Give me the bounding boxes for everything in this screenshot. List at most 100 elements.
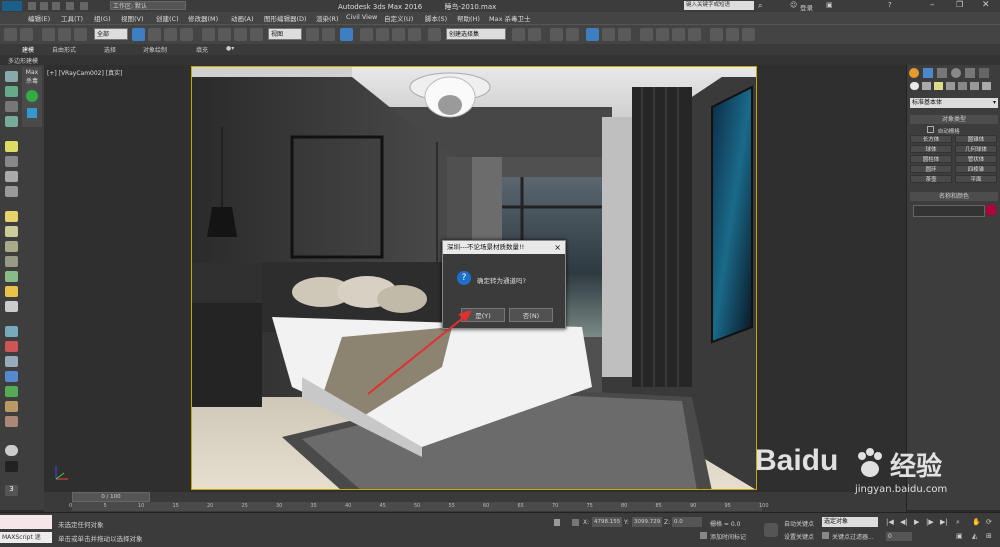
box-button[interactable]: 长方体 [910,135,952,143]
z-coordinate-field[interactable]: 0.0 [672,517,702,527]
object-type-header[interactable]: 对象类型 [910,115,998,124]
snaps-toggle-icon[interactable] [360,28,373,41]
render-online-icon[interactable] [726,28,739,41]
goto-end-icon[interactable]: ▶| [940,518,948,526]
layers-icon[interactable] [5,86,18,97]
cone-icon[interactable] [5,241,18,252]
menu-civil-view[interactable]: Civil View [346,13,377,21]
user-icon[interactable]: ☺ [790,1,797,9]
maximize-viewport-icon[interactable]: ⊞ [986,532,992,540]
ribbon-options-icon[interactable]: ●▾ [226,45,234,52]
utilities-tab-icon[interactable] [979,68,989,78]
ribbon-tab-populate[interactable]: 填充 [196,45,208,54]
render-setup-icon[interactable] [640,28,653,41]
ribbon-tab-freeform[interactable]: 自由形式 [52,45,76,54]
helpers-icon[interactable] [958,82,967,90]
qat-save-icon[interactable] [52,2,60,10]
set-key-icon[interactable] [764,523,778,537]
dialog-title-bar[interactable]: 深圳---不论场景材质数量!! × [443,241,565,254]
sphere-icon[interactable] [5,445,18,456]
link-icon[interactable] [42,28,55,41]
edit-named-sets-icon[interactable] [428,28,441,41]
menu-views[interactable]: 视图(V) [121,13,144,23]
menu-edit[interactable]: 编辑(E) [28,13,50,23]
bind-space-warp-icon[interactable] [74,28,87,41]
angle-snap-icon[interactable] [376,28,389,41]
move-icon[interactable] [202,28,215,41]
search-icon[interactable]: ⌕ [758,1,762,11]
prev-frame-icon[interactable]: ◀| [900,518,908,526]
key-mode-dropdown[interactable]: 选定对象 [822,517,878,527]
add-time-tag-icon[interactable] [700,532,707,539]
scene-explorer-icon[interactable] [5,116,18,127]
dome-icon[interactable] [5,226,18,237]
category-dropdown[interactable]: 标准基本体 ▾ [910,98,998,108]
redo-icon[interactable] [20,28,33,41]
teapot-icon[interactable] [5,171,18,182]
workspace-dropdown[interactable]: 工作区: 默认 [110,1,186,10]
viewport-label[interactable]: [+] [VRayCam002] [真实] [47,68,122,77]
grid-tool-icon[interactable] [5,326,18,337]
undo-icon[interactable] [4,28,17,41]
plane-button[interactable]: 平面 [955,175,997,183]
geosphere-button[interactable]: 几何球体 [955,145,997,153]
lamp-icon[interactable] [5,301,18,312]
close-icon[interactable]: ✕ [982,0,990,10]
selection-filter-dropdown[interactable]: 全部 [94,28,128,40]
modify-tab-icon[interactable] [923,68,933,78]
hierarchy-tab-icon[interactable] [937,68,947,78]
named-selection-dropdown[interactable]: 创建选择集 [446,28,506,40]
qat-new-icon[interactable] [28,2,36,10]
add-time-tag[interactable]: 添加时间标记 [710,532,746,541]
layer-explorer-icon[interactable] [550,28,563,41]
maximize-icon[interactable]: ❐ [956,0,963,9]
max-antivirus-panel[interactable]: Max 杀毒 [22,67,42,127]
dialog-close-icon[interactable]: × [554,241,561,254]
align-icon[interactable] [528,28,541,41]
render-teapot-icon[interactable] [710,28,723,41]
motion-tab-icon[interactable] [951,68,961,78]
torus-icon[interactable] [5,256,18,267]
curve-editor-icon[interactable] [586,28,599,41]
percent-snap-icon[interactable] [392,28,405,41]
spinner-snap-icon[interactable] [408,28,421,41]
auto-key-button[interactable]: 自动关键点 [784,519,814,528]
mirror-icon[interactable] [512,28,525,41]
globe-icon[interactable] [5,371,18,382]
pyramid-button[interactable]: 四棱锥 [955,165,997,173]
toggle-ribbon-icon[interactable] [566,28,579,41]
render-iterative-icon[interactable] [688,28,701,41]
fur-icon[interactable] [5,416,18,427]
antivirus-shield-icon[interactable] [27,108,37,118]
antivirus-green-icon[interactable] [26,90,38,102]
menu-help[interactable]: 帮助(H) [457,13,480,23]
window-crossing-icon[interactable] [180,28,193,41]
ribbon-tab-selection[interactable]: 选择 [104,45,116,54]
plant-icon[interactable] [5,271,18,282]
tree-icon[interactable] [5,386,18,397]
reference-coord-dropdown[interactable]: 视图 [268,28,302,40]
rotate-icon[interactable] [218,28,231,41]
zoom-extents-icon[interactable]: ▣ [956,532,963,540]
dark-box-icon[interactable] [5,461,18,472]
helper-icon[interactable] [5,186,18,197]
light-icon[interactable] [5,141,18,152]
cone-button[interactable]: 圆锥体 [955,135,997,143]
name-color-header[interactable]: 名称和颜色 [910,192,998,201]
menu-rendering[interactable]: 渲染(R) [316,13,339,23]
menu-customize[interactable]: 自定义(U) [384,13,413,23]
goto-start-icon[interactable]: |◀ [886,518,894,526]
select-by-name-icon[interactable] [148,28,161,41]
torus-button[interactable]: 圆环 [910,165,952,173]
app-logo-icon[interactable] [2,1,22,11]
schematic-view-icon[interactable] [602,28,615,41]
x-coordinate-field[interactable]: 4798.155 [592,517,622,527]
select-manipulate-icon[interactable] [322,28,335,41]
menu-animation[interactable]: 动画(A) [231,13,254,23]
maxscript-mini[interactable]: MAXScript 迷 [0,532,52,543]
time-slider[interactable]: 0 / 100 [72,492,150,502]
wand-icon[interactable] [5,341,18,352]
qat-open-icon[interactable] [40,2,48,10]
material-editor-icon[interactable] [618,28,631,41]
qat-redo-icon[interactable] [80,2,88,10]
